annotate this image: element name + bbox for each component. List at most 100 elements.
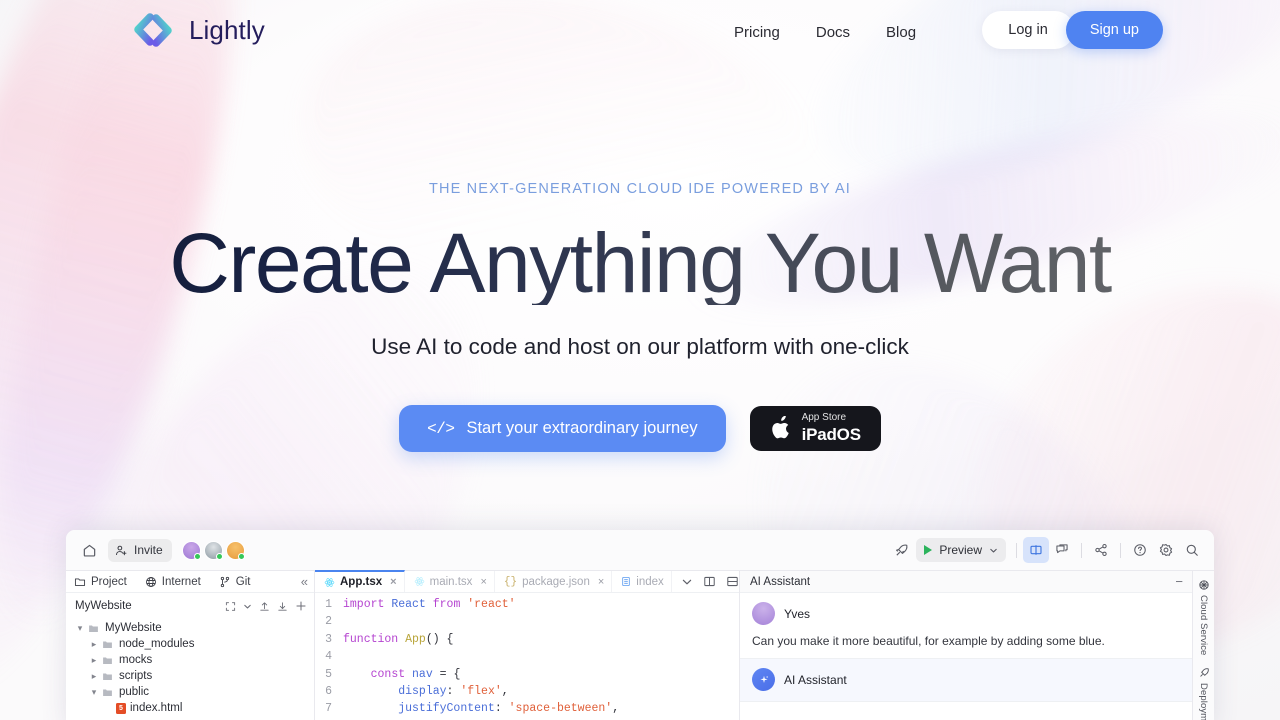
ai-assistant-panel: AI Assistant − Yves Can you make it more…: [740, 571, 1192, 720]
avatar[interactable]: [225, 540, 245, 560]
explorer-tab-git[interactable]: Git: [210, 576, 260, 588]
rail-item-deployment[interactable]: Deployment: [1198, 663, 1210, 720]
tree-row-src[interactable]: ▾ src: [66, 716, 314, 720]
code-line: 3 function App() {: [315, 631, 739, 648]
nav-link-blog[interactable]: Blog: [868, 18, 934, 47]
split-horizontal-icon[interactable]: [726, 575, 739, 588]
chevron-down-icon[interactable]: [243, 602, 252, 611]
editor-tab-label: index: [636, 575, 664, 588]
signup-button[interactable]: Sign up: [1065, 11, 1163, 49]
editor-tab-label: App.tsx: [340, 576, 383, 588]
close-icon[interactable]: ×: [480, 576, 486, 588]
plus-icon[interactable]: [295, 600, 307, 612]
download-icon[interactable]: [277, 601, 288, 612]
react-icon: [324, 577, 335, 587]
editor-tab-package-json[interactable]: {} package.json ×: [495, 571, 613, 592]
close-icon[interactable]: ×: [598, 576, 604, 588]
file-icon: [622, 576, 631, 587]
explorer-project-header: MyWebsite: [66, 593, 314, 619]
close-icon[interactable]: ×: [390, 576, 396, 588]
appstore-button[interactable]: App Store iPadOS: [749, 406, 881, 451]
cloud-service-icon: [1198, 580, 1209, 590]
nav-link-pricing[interactable]: Pricing: [716, 18, 798, 47]
split-vertical-icon[interactable]: [703, 575, 716, 588]
search-icon[interactable]: [1179, 537, 1205, 563]
invite-button[interactable]: Invite: [108, 538, 172, 562]
rail-label: Deployment: [1198, 683, 1209, 720]
line-number: 3: [325, 632, 332, 646]
avatar[interactable]: [181, 540, 201, 560]
line-number: 4: [325, 650, 332, 664]
code-line: 1 import React from 'react': [315, 596, 739, 613]
html5-file-icon: 5: [116, 702, 126, 714]
tree-row-index-html[interactable]: 5 index.html: [66, 700, 314, 716]
share-icon[interactable]: [1088, 537, 1114, 563]
tree-row-public[interactable]: ▾ public: [66, 684, 314, 700]
editor-tabbar: App.tsx × main.tsx × {} package.json × i…: [315, 570, 776, 593]
message-header: Yves: [752, 602, 1180, 625]
code-content[interactable]: 1 import React from 'react' 2 3 function A…: [315, 593, 739, 720]
ai-message-list: Yves Can you make it more beautiful, for…: [740, 593, 1192, 720]
hero-eyebrow: THE NEXT-GENERATION CLOUD IDE POWERED BY…: [429, 181, 851, 197]
avatar[interactable]: [203, 540, 223, 560]
page-title: Create Anything You Want: [0, 221, 1280, 305]
tree-row-node-modules[interactable]: ▸ node_modules: [66, 636, 314, 652]
react-icon: [414, 577, 424, 586]
git-branch-icon: [220, 576, 229, 587]
json-icon: {}: [503, 575, 518, 588]
explorer-tab-internet[interactable]: Internet: [136, 576, 210, 588]
folder-icon: [74, 577, 86, 586]
editor-tab-app-tsx[interactable]: App.tsx ×: [315, 570, 405, 592]
line-number: 2: [325, 615, 332, 629]
start-journey-button[interactable]: </> Start your extraordinary journey: [399, 405, 726, 452]
tree-item-label: scripts: [119, 670, 153, 682]
tree-row-mocks[interactable]: ▸ mocks: [66, 652, 314, 668]
rocket-icon[interactable]: [888, 537, 914, 563]
editor-tab-index[interactable]: index: [612, 571, 672, 592]
code-line: 4: [315, 648, 739, 665]
nav-link-docs[interactable]: Docs: [798, 18, 868, 47]
ide-preview-window: Invite Preview Project Internet Git « My…: [66, 530, 1214, 720]
chat-message-user: Yves Can you make it more beautiful, for…: [740, 593, 1192, 659]
cta-row: </> Start your extraordinary journey App…: [0, 405, 1280, 452]
explorer-tab-project[interactable]: Project: [74, 576, 136, 588]
help-icon[interactable]: [1127, 537, 1153, 563]
expand-icon[interactable]: [225, 601, 236, 612]
panel-toggle-icon[interactable]: [1023, 537, 1049, 563]
user-avatar: [752, 602, 775, 625]
tree-item-label: public: [119, 686, 150, 698]
comment-icon[interactable]: [1049, 537, 1075, 563]
explorer-tabs: Project Internet Git «: [66, 571, 314, 593]
preview-button[interactable]: Preview: [916, 538, 1006, 562]
chevron-down-icon: ▾: [77, 622, 83, 633]
code-line: 7 justifyContent: 'space-between',: [315, 700, 739, 717]
deployment-icon: [1199, 668, 1209, 678]
tree-row-mywebsite[interactable]: ▾ MyWebsite: [66, 620, 314, 636]
tree-row-scripts[interactable]: ▸ scripts: [66, 668, 314, 684]
hero-section: THE NEXT-GENERATION CLOUD IDE POWERED BY…: [0, 0, 1280, 452]
home-icon[interactable]: [76, 537, 102, 563]
online-dot: [193, 552, 201, 560]
chevron-down-icon: ▾: [91, 686, 97, 697]
apple-icon: [771, 416, 789, 439]
gear-icon[interactable]: [1153, 537, 1179, 563]
hero-subtitle: Use AI to code and host on our platform …: [371, 334, 909, 359]
upload-icon[interactable]: [259, 601, 270, 612]
folder-icon: [100, 687, 115, 698]
ai-sparkle-avatar: [752, 668, 775, 691]
brand-logo[interactable]: Lightly: [128, 10, 265, 50]
code-line: 2: [315, 613, 739, 630]
rail-label: Cloud Service: [1198, 595, 1209, 656]
folder-icon: [86, 623, 101, 634]
explorer-tab-label: Project: [91, 575, 127, 588]
minimize-icon[interactable]: −: [1175, 575, 1183, 588]
tree-item-label: node_modules: [119, 638, 195, 650]
right-rail: Cloud Service Deployment: [1192, 571, 1214, 720]
rail-item-cloud-service[interactable]: Cloud Service: [1198, 575, 1210, 663]
folder-icon: [100, 655, 115, 666]
chevron-down-icon[interactable]: [681, 576, 693, 588]
line-number: 7: [325, 702, 332, 716]
login-button[interactable]: Log in: [982, 11, 1074, 49]
collapse-left-icon[interactable]: «: [301, 574, 308, 589]
editor-tab-main-tsx[interactable]: main.tsx ×: [405, 571, 495, 592]
